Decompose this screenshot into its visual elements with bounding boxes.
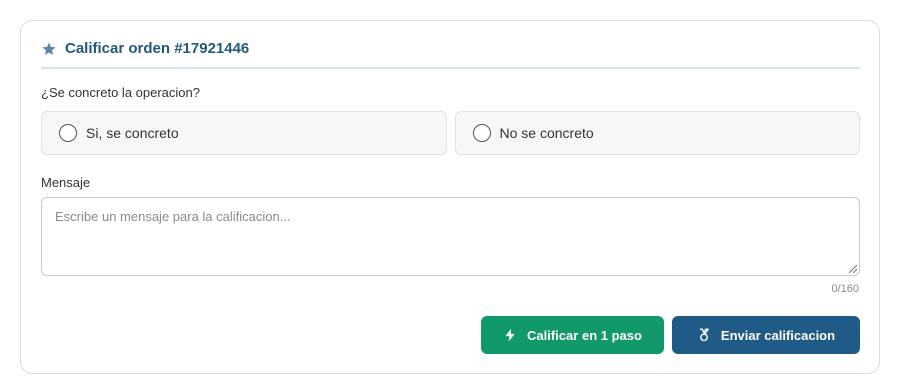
- rating-card: Calificar orden #17921446 ¿Se concreto l…: [20, 20, 880, 374]
- star-icon: [42, 42, 56, 55]
- quick-rate-label: Calificar en 1 paso: [527, 327, 642, 343]
- resize-grip-icon[interactable]: [849, 265, 857, 273]
- message-textarea[interactable]: Escribe un mensaje para la calificacion.…: [41, 197, 860, 276]
- operation-options: Si, se concreto No se concreto: [41, 111, 860, 155]
- option-label: No se concreto: [499, 125, 594, 141]
- option-not-concluded[interactable]: No se concreto: [454, 111, 860, 155]
- message-placeholder: Escribe un mensaje para la calificacion.…: [55, 209, 291, 224]
- lightning-icon: [505, 328, 515, 342]
- card-header: Calificar orden #17921446: [41, 39, 860, 69]
- character-counter: 0/160: [831, 283, 859, 295]
- submit-rating-label: Enviar calificacion: [720, 327, 836, 343]
- submit-rating-button[interactable]: Enviar calificacion: [672, 316, 860, 354]
- message-label: Mensaje: [41, 175, 91, 190]
- radio-button[interactable]: [59, 124, 77, 142]
- medal-icon: [699, 328, 709, 342]
- radio-button[interactable]: [472, 124, 491, 142]
- card-title: Calificar orden #17921446: [65, 40, 250, 57]
- option-label: Si, se concreto: [86, 125, 179, 141]
- option-concluded[interactable]: Si, se concreto: [41, 111, 447, 155]
- quick-rate-button[interactable]: Calificar en 1 paso: [481, 316, 664, 354]
- question-label: ¿Se concreto la operacion?: [41, 85, 200, 100]
